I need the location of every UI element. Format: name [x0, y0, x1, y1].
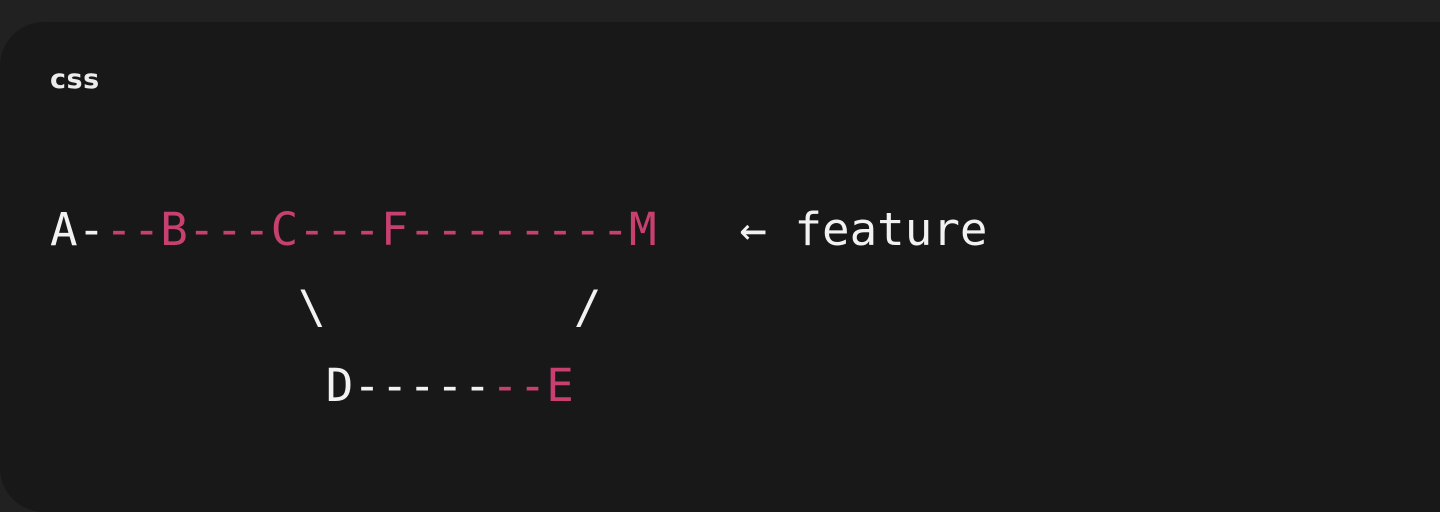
code-language-label: css: [50, 64, 100, 95]
code-line-2: \ /: [50, 280, 601, 334]
code-line-3: D-------E: [50, 358, 574, 412]
code-token: D-----: [50, 358, 492, 412]
code-token: A-: [50, 202, 106, 256]
code-token: \ /: [50, 280, 602, 334]
code-content[interactable]: A---B---C---F--------M ← feature \ / D--…: [50, 190, 987, 424]
code-token-highlight: --E: [491, 358, 574, 412]
code-token: ← feature: [656, 202, 988, 256]
code-token-highlight: --B---C---F--------M: [105, 202, 657, 256]
code-block: css A---B---C---F--------M ← feature \ /…: [0, 22, 1440, 512]
code-line-1: A---B---C---F--------M ← feature: [50, 202, 987, 256]
